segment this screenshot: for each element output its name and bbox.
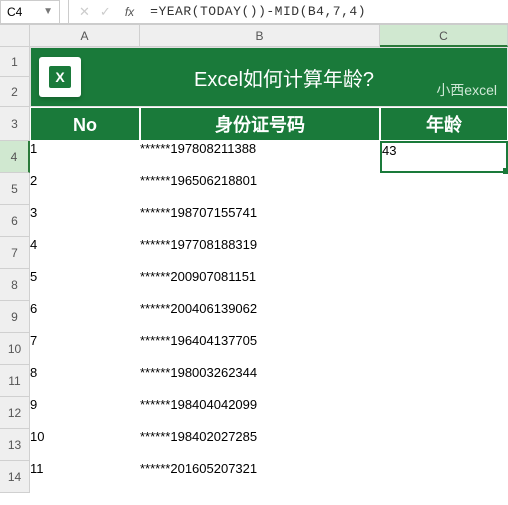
spreadsheet-grid: A B C 1 X Excel如何计算年龄? 小西excel 2 3 No 身份…: [0, 24, 508, 493]
cell-no[interactable]: 2: [30, 173, 140, 205]
name-box-value: C4: [7, 5, 22, 19]
cell-no[interactable]: 11: [30, 461, 140, 493]
row-header[interactable]: 13: [0, 429, 30, 461]
cell-age[interactable]: [380, 397, 508, 429]
table-header-id[interactable]: 身份证号码: [140, 107, 380, 141]
row-header[interactable]: 14: [0, 461, 30, 493]
cell-age[interactable]: [380, 173, 508, 205]
cell-no[interactable]: 5: [30, 269, 140, 301]
cell-id[interactable]: ******201605207321: [140, 461, 380, 493]
cell-no[interactable]: 8: [30, 365, 140, 397]
cell-id[interactable]: ******198402027285: [140, 429, 380, 461]
row-header[interactable]: 3: [0, 107, 30, 141]
cell-no[interactable]: 4: [30, 237, 140, 269]
table-header-no[interactable]: No: [30, 107, 140, 141]
col-header-a[interactable]: A: [30, 25, 140, 47]
row-header[interactable]: 9: [0, 301, 30, 333]
cell-id[interactable]: ******196404137705: [140, 333, 380, 365]
row-header[interactable]: 11: [0, 365, 30, 397]
title-banner: X Excel如何计算年龄? 小西excel: [30, 47, 508, 107]
row-header[interactable]: 12: [0, 397, 30, 429]
row-header[interactable]: 4: [0, 141, 30, 173]
row-header[interactable]: 1: [0, 47, 30, 77]
cell-id[interactable]: ******198404042099: [140, 397, 380, 429]
col-header-c[interactable]: C: [380, 25, 508, 47]
chevron-down-icon[interactable]: ▼: [43, 6, 53, 17]
row-header[interactable]: 8: [0, 269, 30, 301]
cell-age[interactable]: [380, 429, 508, 461]
cell-id[interactable]: ******196506218801: [140, 173, 380, 205]
formula-input[interactable]: =YEAR(TODAY())-MID(B4,7,4): [150, 4, 366, 19]
col-header-b[interactable]: B: [140, 25, 380, 47]
cell-age[interactable]: [380, 461, 508, 493]
cell-no[interactable]: 9: [30, 397, 140, 429]
formula-bar: C4 ▼ ✕ ✓ fx =YEAR(TODAY())-MID(B4,7,4): [0, 0, 508, 24]
cell-age[interactable]: [380, 205, 508, 237]
cell-age[interactable]: [380, 269, 508, 301]
cell-age[interactable]: [380, 237, 508, 269]
row-header[interactable]: 7: [0, 237, 30, 269]
cell-age[interactable]: [380, 365, 508, 397]
cell-id[interactable]: ******197808211388: [140, 141, 380, 173]
cell-age[interactable]: [380, 301, 508, 333]
accept-icon[interactable]: ✓: [100, 4, 111, 20]
cell-no[interactable]: 7: [30, 333, 140, 365]
cell-no[interactable]: 1: [30, 141, 140, 173]
cancel-icon[interactable]: ✕: [79, 4, 90, 20]
table-header-age[interactable]: 年龄: [380, 107, 508, 141]
cell-id[interactable]: ******198707155741: [140, 205, 380, 237]
cell-age[interactable]: [380, 333, 508, 365]
cell-no[interactable]: 10: [30, 429, 140, 461]
cell-id[interactable]: ******200907081151: [140, 269, 380, 301]
divider: [68, 0, 69, 24]
cell-no[interactable]: 6: [30, 301, 140, 333]
name-box[interactable]: C4 ▼: [0, 0, 60, 24]
row-header[interactable]: 6: [0, 205, 30, 237]
cell-id[interactable]: ******197708188319: [140, 237, 380, 269]
cell-id[interactable]: ******198003262344: [140, 365, 380, 397]
cell-id[interactable]: ******200406139062: [140, 301, 380, 333]
select-all-corner[interactable]: [0, 25, 30, 47]
cell-age[interactable]: 43: [380, 141, 508, 173]
cell-no[interactable]: 3: [30, 205, 140, 237]
row-header[interactable]: 2: [0, 77, 30, 107]
fx-icon[interactable]: fx: [125, 5, 134, 19]
subtitle: 小西excel: [436, 80, 497, 100]
row-header[interactable]: 5: [0, 173, 30, 205]
formula-icons: ✕ ✓ fx: [73, 4, 150, 20]
row-header[interactable]: 10: [0, 333, 30, 365]
